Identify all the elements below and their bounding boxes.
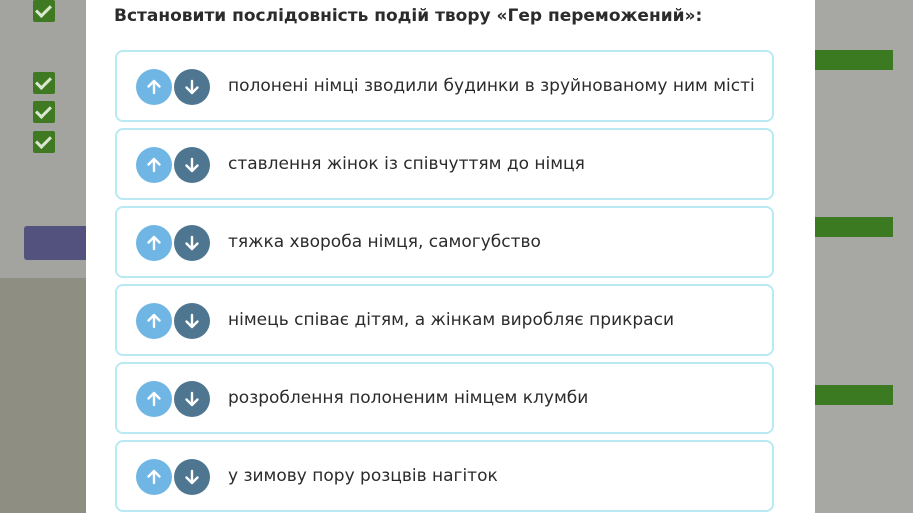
move-down-button[interactable] — [174, 381, 210, 417]
background-tag — [815, 217, 893, 237]
arrow-down-icon — [185, 469, 199, 485]
arrow-down-icon — [185, 391, 199, 407]
sequence-item-text: полонені німці зводили будинки в зруйнов… — [228, 76, 755, 96]
ordering-modal: Встановити послідовність подій твору «Ге… — [86, 0, 815, 513]
move-up-button[interactable] — [136, 459, 172, 495]
sequence-item-text: німець співає дітям, а жінкам виробляє п… — [228, 310, 674, 330]
move-down-button[interactable] — [174, 147, 210, 183]
background-checkbox — [33, 131, 55, 153]
move-up-button[interactable] — [136, 381, 172, 417]
move-up-button[interactable] — [136, 69, 172, 105]
background-left-panel — [0, 278, 86, 513]
background-button — [24, 226, 86, 260]
move-up-button[interactable] — [136, 147, 172, 183]
background-tag — [815, 50, 893, 70]
arrow-up-icon — [147, 235, 161, 251]
move-down-button[interactable] — [174, 69, 210, 105]
background-checkbox — [33, 72, 55, 94]
sequence-item-text: тяжка хвороба німця, самогубство — [228, 232, 541, 252]
background-checkbox — [33, 0, 55, 22]
move-down-button[interactable] — [174, 303, 210, 339]
arrow-down-icon — [185, 79, 199, 95]
background-checkbox — [33, 101, 55, 123]
move-up-button[interactable] — [136, 225, 172, 261]
background-right-column — [815, 0, 913, 513]
arrow-up-icon — [147, 157, 161, 173]
arrow-down-icon — [185, 313, 199, 329]
move-down-button[interactable] — [174, 459, 210, 495]
arrow-down-icon — [185, 157, 199, 173]
arrow-up-icon — [147, 469, 161, 485]
move-up-button[interactable] — [136, 303, 172, 339]
move-down-button[interactable] — [174, 225, 210, 261]
sequence-item-text: ставлення жінок із співчуттям до німця — [228, 154, 585, 174]
background-tag — [815, 385, 893, 405]
sequence-item[interactable]: у зимову пору розцвів нагіток — [115, 440, 774, 512]
arrow-down-icon — [185, 235, 199, 251]
sequence-item-text: у зимову пору розцвів нагіток — [228, 466, 498, 486]
question-title: Встановити послідовність подій твору «Ге… — [114, 6, 703, 26]
arrow-up-icon — [147, 391, 161, 407]
sequence-item[interactable]: ставлення жінок із співчуттям до німця — [115, 128, 774, 200]
sequence-item[interactable]: полонені німці зводили будинки в зруйнов… — [115, 50, 774, 122]
sequence-item-text: розроблення полоненим німцем клумби — [228, 388, 589, 408]
arrow-up-icon — [147, 313, 161, 329]
sequence-item[interactable]: розроблення полоненим німцем клумби — [115, 362, 774, 434]
arrow-up-icon — [147, 79, 161, 95]
sequence-item[interactable]: тяжка хвороба німця, самогубство — [115, 206, 774, 278]
sequence-item[interactable]: німець співає дітям, а жінкам виробляє п… — [115, 284, 774, 356]
